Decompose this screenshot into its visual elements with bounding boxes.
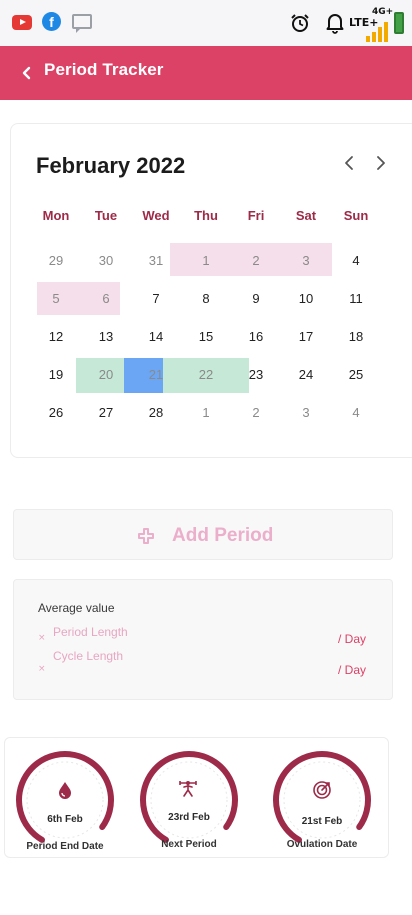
weightlifter-icon <box>179 781 197 797</box>
battery-icon <box>394 12 404 34</box>
add-period-label: Add Period <box>172 525 274 546</box>
weekday-mon: Mon <box>42 208 70 223</box>
weekday-wed: Wed <box>142 208 170 223</box>
stats-card: 6th Feb Period End Date 23rd Feb Next Pe… <box>4 737 389 858</box>
weekday-tue: Tue <box>94 208 118 223</box>
page-title: Period Tracker <box>44 60 164 79</box>
calendar-day[interactable]: 1 <box>186 253 226 268</box>
calendar-day[interactable]: 16 <box>236 329 276 344</box>
add-period-button[interactable]: Add Period <box>13 509 393 560</box>
period-end-value: 6th Feb <box>47 814 83 825</box>
plus-icon <box>138 528 154 544</box>
next-period-label: Next Period <box>161 839 217 850</box>
calendar-day[interactable]: 18 <box>336 329 376 344</box>
calendar-day[interactable]: 22 <box>186 367 226 382</box>
calendar-day[interactable]: 2 <box>236 405 276 420</box>
period-length-label: Period Length <box>53 625 128 639</box>
youtube-icon <box>12 15 32 30</box>
calendar-day[interactable]: 20 <box>86 367 126 382</box>
calendar-day[interactable]: 3 <box>286 405 326 420</box>
calendar-day[interactable]: 4 <box>336 253 376 268</box>
average-card: Average value × Period Length / Day × Cy… <box>13 579 393 700</box>
calendar-day[interactable]: 2 <box>236 253 276 268</box>
chevron-right-icon[interactable] <box>371 154 389 172</box>
calendar-day[interactable]: 29 <box>36 253 76 268</box>
target-icon <box>313 781 331 799</box>
weekday-sat: Sat <box>295 208 317 223</box>
month-title: February 2022 <box>36 153 186 178</box>
next-period-value: 23rd Feb <box>168 812 210 823</box>
weekday-fri: Fri <box>247 208 265 223</box>
bell-icon <box>326 14 344 34</box>
cycle-length-label: Cycle Length <box>53 649 124 663</box>
calendar-day[interactable]: 23 <box>236 367 276 382</box>
back-arrow-icon[interactable] <box>18 63 38 83</box>
calendar-day[interactable]: 30 <box>86 253 126 268</box>
chat-icon <box>72 14 92 33</box>
calendar-day[interactable]: 27 <box>86 405 126 420</box>
calendar-day[interactable]: 25 <box>336 367 376 382</box>
calendar-day[interactable]: 11 <box>336 291 376 306</box>
calendar-day[interactable]: 26 <box>36 405 76 420</box>
facebook-icon: f <box>42 12 61 31</box>
calendar-day[interactable]: 8 <box>186 291 226 306</box>
calendar-day[interactable]: 12 <box>36 329 76 344</box>
period-length-icon: × <box>38 633 46 643</box>
gauge-period-end <box>16 751 114 843</box>
alarm-icon <box>291 14 309 32</box>
calendar-day[interactable]: 4 <box>336 405 376 420</box>
cycle-length-icon: × <box>38 664 46 674</box>
weekday-sun: Sun <box>343 208 369 223</box>
period-length-value: / Day <box>338 632 367 646</box>
drop-icon <box>59 782 71 799</box>
calendar-day[interactable]: 24 <box>286 367 326 382</box>
calendar-day[interactable]: 14 <box>136 329 176 344</box>
cycle-length-value: / Day <box>338 663 367 677</box>
calendar-day[interactable]: 9 <box>236 291 276 306</box>
average-heading: Average value <box>38 601 115 615</box>
signal-icon <box>366 22 388 42</box>
app-bar: Period Tracker <box>0 46 412 100</box>
calendar-day[interactable]: 31 <box>136 253 176 268</box>
calendar-day[interactable]: 17 <box>286 329 326 344</box>
ovulation-value: 21st Feb <box>301 816 343 827</box>
calendar-day[interactable]: 6 <box>86 291 126 306</box>
calendar-day[interactable]: 19 <box>36 367 76 382</box>
calendar-day[interactable]: 7 <box>136 291 176 306</box>
calendar-day[interactable]: 3 <box>286 253 326 268</box>
calendar-day[interactable]: 10 <box>286 291 326 306</box>
calendar-day[interactable]: 5 <box>36 291 76 306</box>
weekday-thu: Thu <box>194 208 218 223</box>
chevron-left-icon[interactable] <box>341 154 359 172</box>
calendar-day[interactable]: 28 <box>136 405 176 420</box>
calendar-day[interactable]: 21 <box>136 367 176 382</box>
network-label: 4G+ <box>372 7 394 17</box>
gauge-ovulation <box>273 751 371 843</box>
calendar-day[interactable]: 15 <box>186 329 226 344</box>
gauge-next-period <box>140 751 238 843</box>
calendar-day[interactable]: 1 <box>186 405 226 420</box>
ovulation-label: Ovulation Date <box>286 839 358 850</box>
period-end-label: Period End Date <box>26 841 104 852</box>
calendar-day[interactable]: 13 <box>86 329 126 344</box>
calendar-card: February 2022 Mon Tue Wed Thu Fri Sat Su… <box>10 123 412 458</box>
status-bar: f LTE+ 4G+ <box>0 0 412 46</box>
